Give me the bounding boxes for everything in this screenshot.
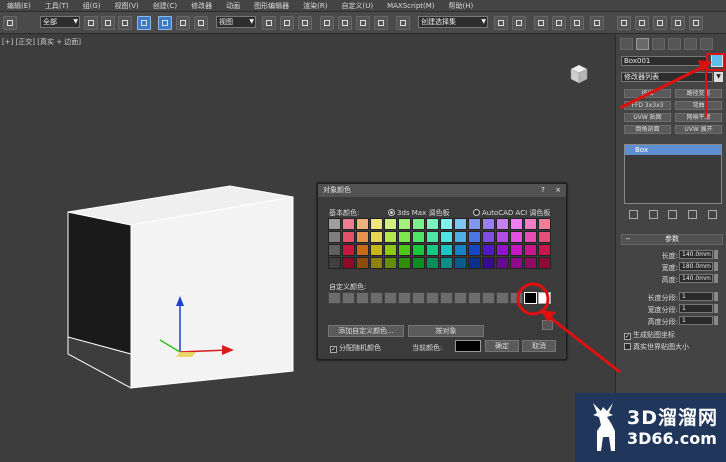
logo-url: 3D66.com [627,429,717,448]
logo-title: 3D溜溜网 [627,407,718,429]
deer-logo-icon [593,403,615,451]
app-window: 编辑(E) 工具(T) 组(G) 视图(V) 创建(C) 修改器 动画 图形编辑器 渲染(R) 自… [0,0,726,462]
watermark-logo: 3D溜溜网 3D66.com [575,393,726,462]
